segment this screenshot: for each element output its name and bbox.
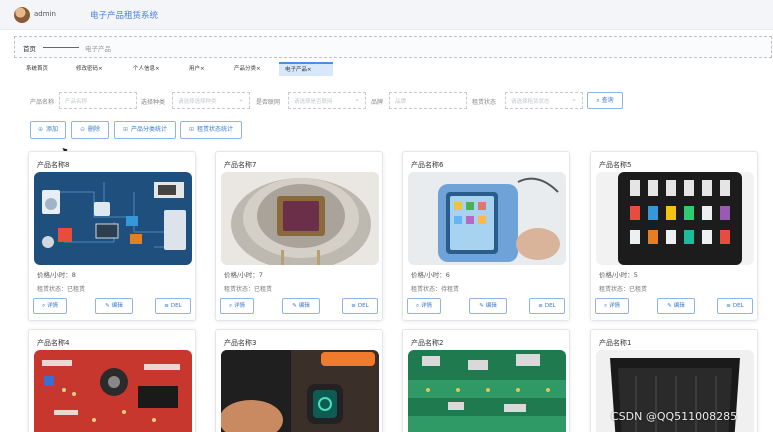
card-title: 产品名称2 [411, 339, 444, 347]
card-status: 租赁状态：已租赁 [37, 286, 86, 293]
product-image[interactable] [221, 172, 379, 265]
product-image[interactable] [408, 172, 566, 265]
list-icon: ≡ [351, 303, 356, 309]
product-card[interactable]: 产品名称5 价格/小时：5 租赁状态：已租赁 ⌕ 详情 ✎ 编辑 ≡ DEL [590, 151, 758, 321]
list-icon: ≡ [726, 303, 731, 309]
tab-product-category[interactable]: 产品分类× [228, 62, 267, 76]
watermark: CSDN @QQ511008285 [611, 410, 738, 423]
card-price: 价格/小时：8 [37, 271, 76, 279]
detail-button[interactable]: ⌕ 详情 [220, 298, 254, 314]
product-card[interactable]: 产品名称2 [402, 329, 570, 432]
card-title: 产品名称1 [599, 339, 632, 347]
card-price: 价格/小时：5 [599, 271, 638, 279]
search-icon: ⌕ [603, 303, 608, 309]
edit-icon: ✎ [292, 303, 297, 309]
delete-button[interactable]: ⊖ 删除 [71, 121, 109, 139]
edit-button[interactable]: ✎ 编辑 [95, 298, 133, 314]
card-title: 产品名称4 [37, 339, 70, 347]
product-image[interactable] [221, 350, 379, 432]
del-button[interactable]: ≡ DEL [717, 298, 753, 314]
product-card[interactable]: 产品名称8 价格/小时：8 租赁状态：已租赁 ⌕ 详情 ✎ 编辑 ≡ DEL [28, 151, 196, 321]
grid-icon: ⊞ [122, 126, 128, 133]
card-title: 产品名称7 [224, 161, 257, 169]
card-status: 租赁状态：待租赁 [411, 286, 460, 293]
search-icon: ⌕ [41, 303, 46, 309]
search-button[interactable]: ⌕ 查询 [587, 92, 623, 109]
chevron-down-icon: ⌄ [571, 95, 577, 103]
detail-button[interactable]: ⌕ 详情 [407, 298, 441, 314]
chevron-down-icon: ⌄ [238, 95, 244, 103]
filter-category-label: 选择种类 [141, 99, 166, 106]
list-icon: ≡ [538, 303, 543, 309]
breadcrumb-separator [43, 47, 79, 48]
category-stats-button[interactable]: ⊞ 产品分类统计 [114, 121, 176, 139]
filter-status-label: 租赁状态 [472, 99, 497, 106]
rent-stats-button[interactable]: ⊞ 租赁状态统计 [180, 121, 242, 139]
edit-button[interactable]: ✎ 编辑 [282, 298, 320, 314]
product-name-input[interactable]: 产品名称 [59, 92, 137, 109]
card-title: 产品名称8 [37, 161, 70, 169]
username[interactable]: admin [34, 10, 56, 18]
tab-change-password[interactable]: 修改密码× [70, 62, 109, 76]
tab-profile[interactable]: 个人信息× [127, 62, 166, 76]
product-image[interactable] [596, 172, 754, 265]
grid-icon: ⊞ [188, 126, 194, 133]
filter-network-label: 是否联网 [256, 99, 281, 106]
card-title: 产品名称6 [411, 161, 444, 169]
product-card[interactable]: 产品名称4 [28, 329, 196, 432]
tab-users[interactable]: 用户× [183, 62, 211, 76]
detail-button[interactable]: ⌕ 详情 [33, 298, 67, 314]
plus-icon: ⊕ [37, 126, 43, 133]
edit-icon: ✎ [479, 303, 484, 309]
category-select[interactable]: 请选择选择种类 ⌄ [172, 92, 250, 109]
tab-system-home[interactable]: 系统首页 [20, 62, 54, 76]
brand-input[interactable]: 品牌 [389, 92, 467, 109]
tab-electronics[interactable]: 电子产品× [279, 62, 333, 76]
rent-status-select[interactable]: 请选择租赁状态 ⌄ [505, 92, 583, 109]
card-price: 价格/小时：7 [224, 271, 263, 279]
product-image[interactable] [408, 350, 566, 432]
breadcrumb: 首页 电子产品 [14, 36, 772, 58]
product-card[interactable]: 产品名称3 [215, 329, 383, 432]
edit-button[interactable]: ✎ 编辑 [469, 298, 507, 314]
top-bar: admin 电子产品租赁系统 [0, 0, 773, 30]
avatar[interactable] [14, 7, 30, 23]
edit-icon: ✎ [105, 303, 110, 309]
search-icon: ⌕ [596, 97, 600, 104]
list-icon: ≡ [164, 303, 169, 309]
chevron-down-icon: ⌄ [354, 95, 360, 103]
card-status: 租赁状态：已租赁 [224, 286, 273, 293]
edit-button[interactable]: ✎ 编辑 [657, 298, 695, 314]
search-icon: ⌕ [228, 303, 233, 309]
breadcrumb-current: 电子产品 [85, 45, 111, 53]
card-status: 租赁状态：已租赁 [599, 286, 648, 293]
product-image[interactable] [34, 172, 192, 265]
del-button[interactable]: ≡ DEL [155, 298, 191, 314]
card-title: 产品名称3 [224, 339, 257, 347]
edit-icon: ✎ [667, 303, 672, 309]
del-button[interactable]: ≡ DEL [529, 298, 565, 314]
card-price: 价格/小时：6 [411, 271, 450, 279]
filter-brand-label: 品牌 [371, 99, 384, 106]
network-select[interactable]: 请选择是否联网 ⌄ [288, 92, 366, 109]
card-title: 产品名称5 [599, 161, 632, 169]
breadcrumb-home[interactable]: 首页 [23, 43, 36, 53]
system-title: 电子产品租赁系统 [90, 11, 159, 21]
add-button[interactable]: ⊕ 添加 [30, 121, 66, 139]
del-button[interactable]: ≡ DEL [342, 298, 378, 314]
product-card[interactable]: 产品名称7 价格/小时：7 租赁状态：已租赁 ⌕ 详情 ✎ 编辑 ≡ DEL [215, 151, 383, 321]
product-card[interactable]: 产品名称6 价格/小时：6 租赁状态：待租赁 ⌕ 详情 ✎ 编辑 ≡ DEL [402, 151, 570, 321]
minus-icon: ⊖ [79, 126, 85, 133]
search-icon: ⌕ [415, 303, 420, 309]
filter-name-label: 产品名称 [30, 99, 55, 106]
detail-button[interactable]: ⌕ 详情 [595, 298, 629, 314]
product-image[interactable] [34, 350, 192, 432]
